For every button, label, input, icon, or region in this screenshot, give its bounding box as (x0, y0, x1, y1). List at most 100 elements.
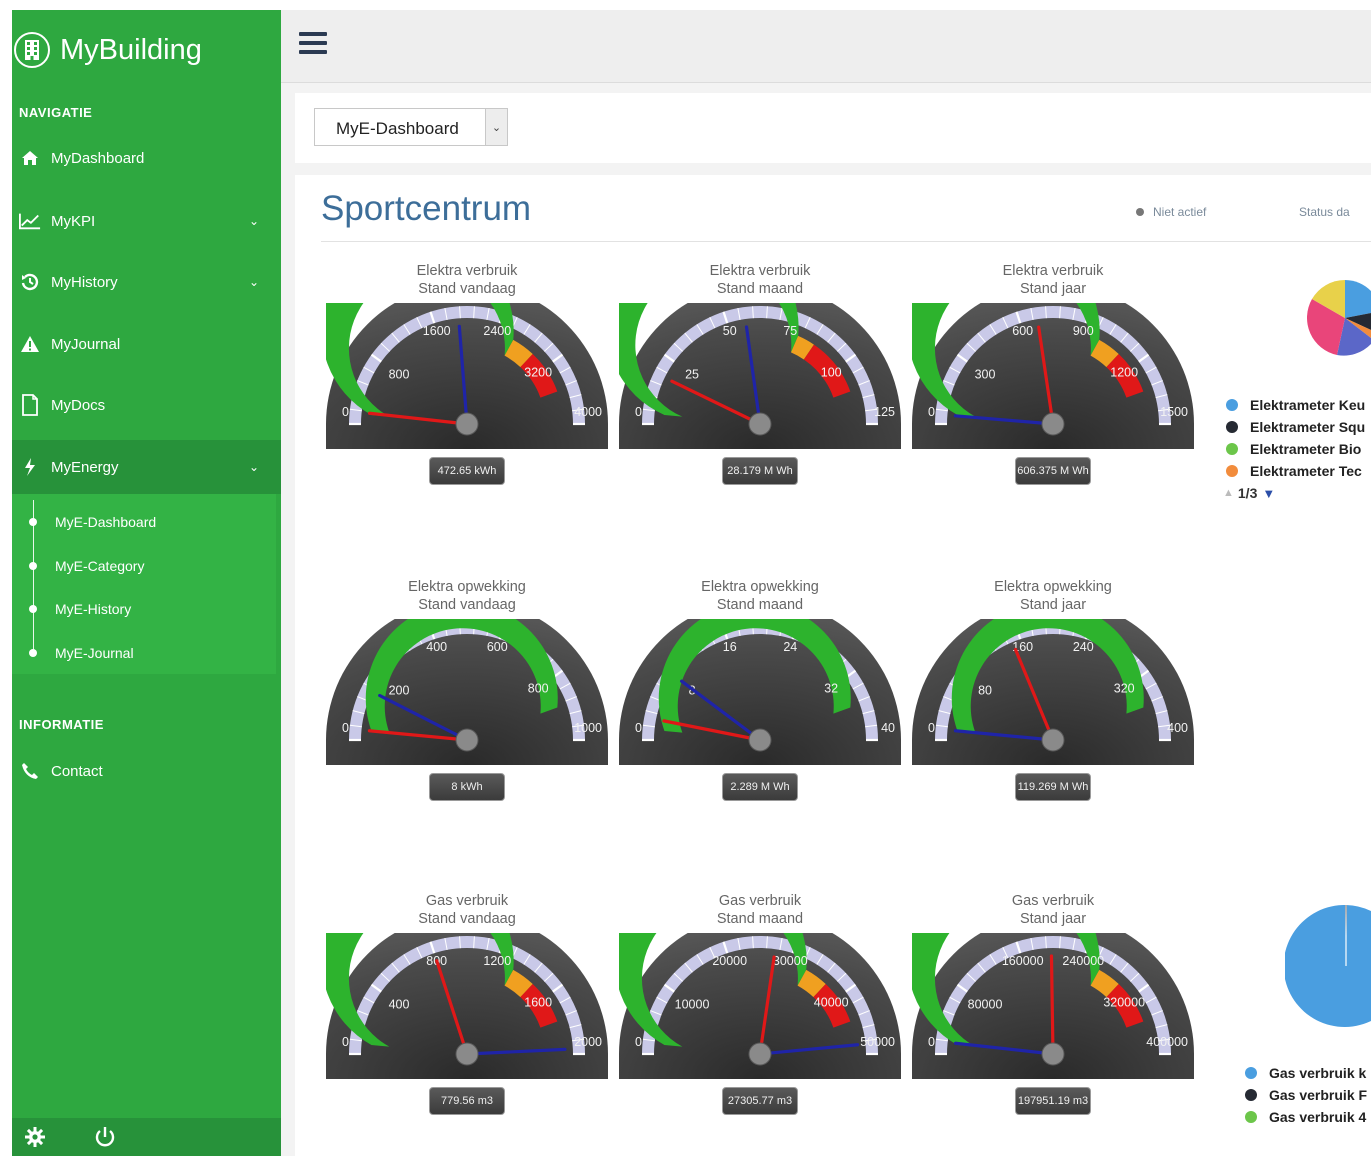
legend-item[interactable]: Elektrameter Tec (1226, 463, 1362, 479)
hamburger-menu-icon[interactable] (299, 32, 327, 60)
gauge-tick-label: 0 (928, 721, 935, 735)
lightning-icon (19, 458, 41, 476)
gauge-title: Elektra verbruik Stand jaar (912, 262, 1194, 298)
gauge-title: Elektra opwekking Stand jaar (912, 578, 1194, 614)
sidebar-item-label: MyHistory (51, 273, 118, 291)
legend-item[interactable]: Gas verbruik k (1245, 1065, 1366, 1081)
gauge-hub (455, 1042, 479, 1066)
legend-dot-icon (1245, 1111, 1257, 1123)
section-information: INFORMATIE (19, 717, 104, 732)
sidebar-item-contact[interactable]: Contact (12, 753, 281, 789)
gauge-tick-label: 50000 (860, 1035, 895, 1049)
submenu-item-label: MyE-Category (55, 558, 145, 574)
gear-icon[interactable] (24, 1126, 46, 1148)
pie-slice (1345, 280, 1371, 318)
gas-pie-chart (1285, 905, 1371, 1027)
chevron-down-icon: ⌄ (248, 214, 259, 228)
electric-pie-chart (1307, 280, 1371, 356)
gauge-dial: 0 80000 160000 240000 320000 400000 (912, 933, 1194, 1079)
sidebar-item-myjournal[interactable]: MyJournal (12, 326, 281, 362)
arrow-down-icon[interactable]: ▼ (1262, 486, 1275, 501)
status-inactive-label: Niet actief (1153, 205, 1207, 219)
submenu-item-mye-journal[interactable]: MyE-Journal (29, 645, 134, 661)
legend-dot-icon (1226, 421, 1238, 433)
gauge-title: Gas verbruik Stand vandaag (326, 892, 608, 928)
submenu-item-mye-category[interactable]: MyE-Category (29, 558, 144, 574)
submenu-item-mye-dashboard[interactable]: MyE-Dashboard (29, 514, 156, 530)
dashboard-select[interactable]: MyE-Dashboard ⌄ (314, 108, 508, 146)
legend-item[interactable]: Gas verbruik 4 (1245, 1109, 1366, 1125)
sidebar-item-label: MyDocs (51, 396, 106, 414)
gauge-tick-label: 10000 (675, 998, 710, 1012)
brand[interactable]: MyBuilding (12, 32, 202, 68)
gauge-tick-label: 0 (928, 405, 935, 419)
gauge-dial: 080160 240320400 (912, 619, 1194, 765)
sidebar-item-mykpi[interactable]: MyKPI ⌄ (12, 203, 281, 239)
gauge-hub (748, 412, 772, 436)
gauge-tick-label: 0 (342, 405, 349, 419)
gauge-value: 119.269 M Wh (1015, 773, 1091, 801)
gauge-title-line: Gas verbruik (718, 893, 802, 909)
power-icon[interactable] (94, 1126, 116, 1148)
submenu-item-mye-history[interactable]: MyE-History (29, 601, 131, 617)
gauge-tick-label: 24 (783, 640, 797, 654)
building-icon (14, 32, 50, 68)
sidebar-item-mydashboard[interactable]: MyDashboard (12, 140, 281, 176)
gauge-title: Gas verbruik Stand jaar (912, 892, 1194, 928)
sidebar-item-myenergy[interactable]: MyEnergy ⌄ (12, 449, 281, 485)
gauge-tick-label: 2000 (574, 1035, 602, 1049)
gauge-dial: 0 800 1600 2400 3200 4000 (326, 303, 608, 449)
gauge-tick-label: 800 (389, 368, 410, 382)
gauge-tick-label: 80 (978, 684, 992, 698)
gauge-tick-label: 400 (426, 640, 447, 654)
section-navigation: NAVIGATIE (19, 105, 93, 120)
gauge-tick-label: 800 (528, 681, 549, 695)
legend-label: Elektrameter Squ (1250, 419, 1366, 435)
status-dot-icon (1136, 208, 1144, 216)
gauge-hub (1041, 728, 1065, 752)
legend-item[interactable]: Gas verbruik F (1245, 1087, 1367, 1103)
gauge-dial: 0816243240 (619, 619, 901, 765)
gauge-dial: 0400800120016002000 (326, 933, 608, 1079)
gauge-tick-label: 25 (685, 368, 699, 382)
legend-item[interactable]: Elektrameter Squ (1226, 419, 1365, 435)
sidebar-item-label: MyDashboard (51, 149, 145, 167)
gauge-value: 27305.77 m3 (722, 1087, 798, 1115)
chevron-down-icon[interactable]: ⌄ (485, 109, 507, 145)
bullet-icon (29, 649, 37, 657)
gauge-tick-label: 50 (723, 324, 737, 338)
gauge-tick-label: 300 (975, 368, 996, 382)
gauge-hub (455, 412, 479, 436)
gauge-tick-label: 240000 (1062, 954, 1104, 968)
gauge-hub (1041, 412, 1065, 436)
gauge-dial: 0 200 400 600 800 1000 (326, 619, 608, 765)
gauge-title-line: Gas verbruik (1011, 893, 1095, 909)
gauge-tick-label: 32 (824, 681, 838, 695)
sidebar-item-myhistory[interactable]: MyHistory ⌄ (12, 264, 281, 300)
gauge-tick-label: 400 (1167, 721, 1188, 735)
arrow-up-icon[interactable]: ▲ (1223, 487, 1234, 499)
sidebar: MyBuilding NAVIGATIE MyDashboard MyKPI ⌄… (12, 10, 281, 1156)
status-data-label: Status da (1299, 205, 1350, 219)
gauge-title-line: Elektra verbruik (416, 263, 518, 279)
legend-item[interactable]: Elektrameter Keu (1226, 397, 1365, 413)
gauge-value: 2.289 M Wh (722, 773, 798, 801)
gauge-tick-label: 0 (342, 721, 349, 735)
gauge-tick-label: 40 (881, 721, 895, 735)
sidebar-item-mydocs[interactable]: MyDocs (12, 387, 281, 423)
bullet-icon (29, 562, 37, 570)
sidebar-item-label: MyKPI (51, 212, 96, 230)
legend-dot-icon (1245, 1089, 1257, 1101)
bullet-icon (29, 605, 37, 613)
submenu-item-label: MyE-Journal (55, 645, 134, 661)
dashboard-toolbar: MyE-Dashboard ⌄ (295, 93, 1371, 163)
gauge-tick-label: 0 (635, 1035, 642, 1049)
gauge-tick-label: 4000 (574, 405, 602, 419)
gauge-dial: 0 300 600 900 1200 1500 (912, 303, 1194, 449)
gauge-hub (455, 728, 479, 752)
legend-item[interactable]: Elektrameter Bio (1226, 441, 1361, 457)
gauge-tick-label: 160000 (1002, 954, 1044, 968)
gauge-value: 606.375 M Wh (1015, 457, 1091, 485)
dashboard-select-value: MyE-Dashboard (336, 119, 459, 138)
chevron-down-icon: ⌄ (248, 460, 259, 474)
